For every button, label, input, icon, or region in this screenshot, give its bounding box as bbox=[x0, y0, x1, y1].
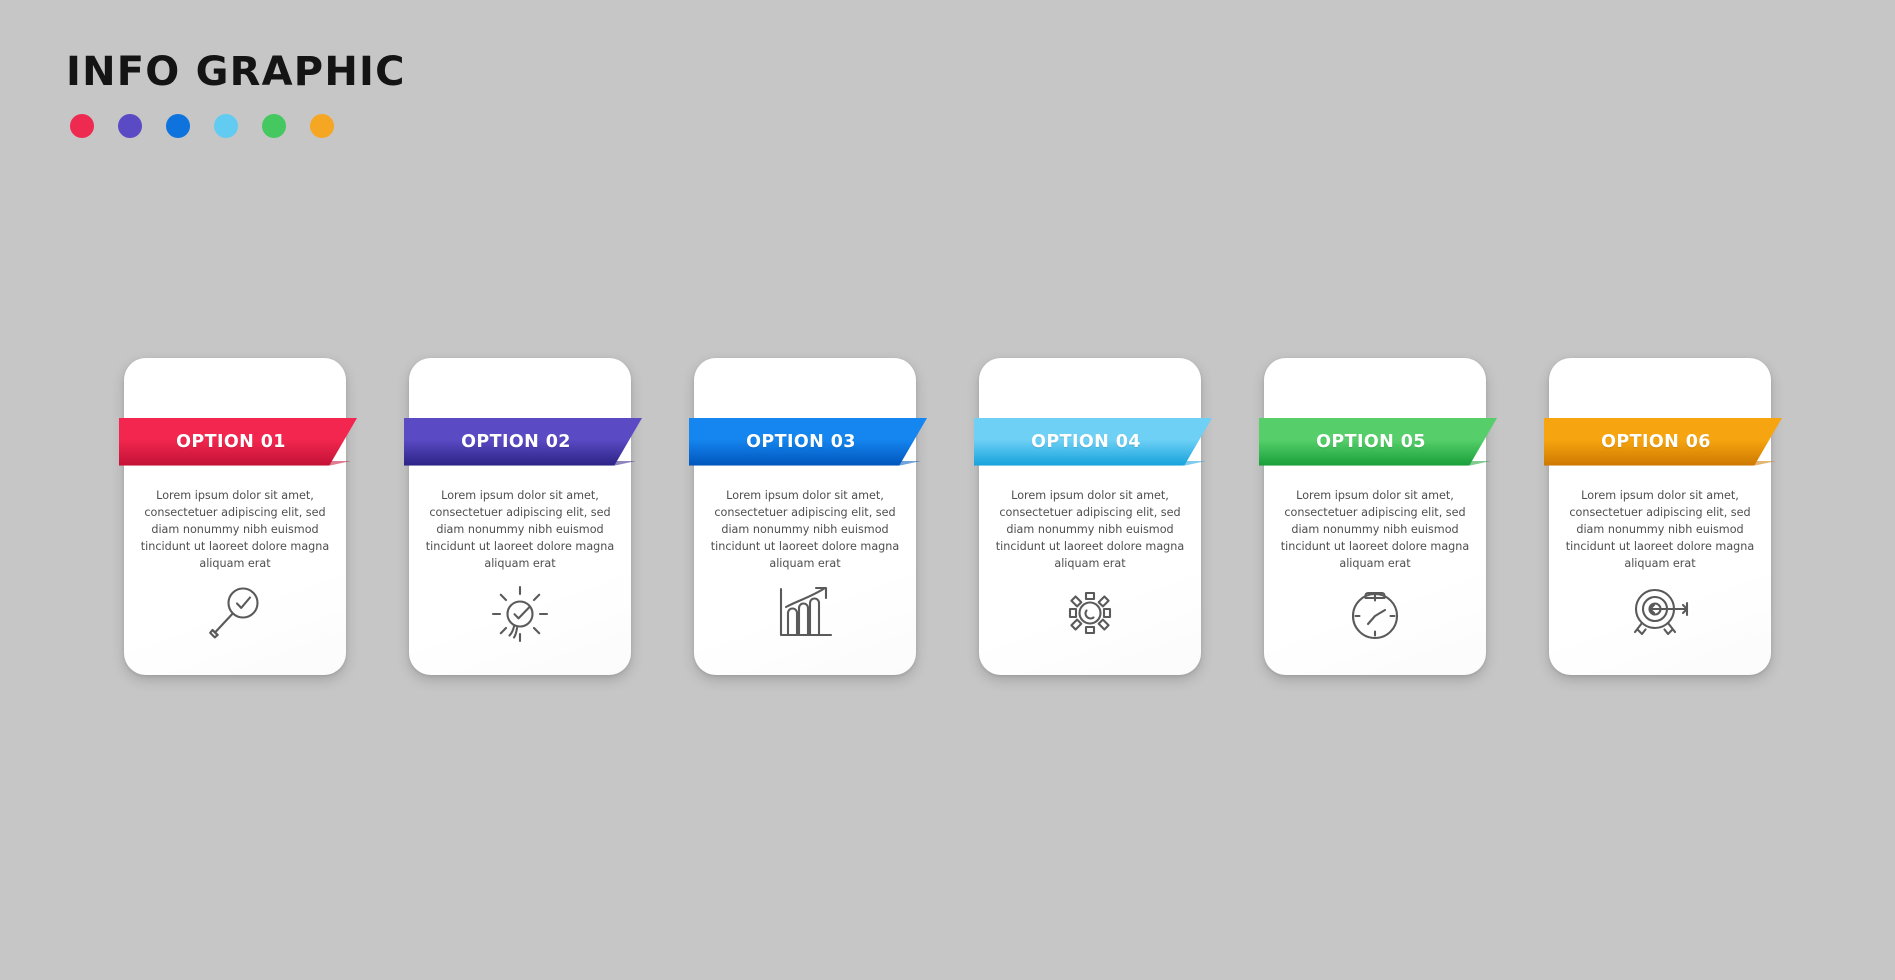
palette-dot-row bbox=[70, 114, 406, 138]
option-card-5[interactable]: OPTION 05 Lorem ipsum dolor sit amet, con… bbox=[1259, 358, 1497, 675]
header: INFO GRAPHIC bbox=[66, 52, 406, 138]
dot-green bbox=[262, 114, 286, 138]
option-ribbon-label-6: OPTION 06 bbox=[1601, 431, 1711, 452]
option-body-text-4: Lorem ipsum dolor sit amet, consectetuer… bbox=[995, 489, 1185, 571]
dot-purple bbox=[118, 114, 142, 138]
target-arrow-icon bbox=[1549, 580, 1771, 646]
option-ribbon-label-2: OPTION 02 bbox=[461, 431, 571, 452]
option-ribbon-4[interactable]: OPTION 04 bbox=[974, 418, 1212, 465]
option-ribbon-label-1: OPTION 01 bbox=[176, 431, 286, 452]
option-body-text-3: Lorem ipsum dolor sit amet, consectetuer… bbox=[710, 489, 900, 571]
option-card-4[interactable]: OPTION 04 Lorem ipsum dolor sit amet, con… bbox=[974, 358, 1212, 675]
option-body-text-5: Lorem ipsum dolor sit amet, consectetuer… bbox=[1280, 489, 1470, 571]
option-body-text-2: Lorem ipsum dolor sit amet, consectetuer… bbox=[425, 489, 615, 571]
growth-chart-icon bbox=[694, 580, 916, 646]
stopwatch-icon bbox=[1264, 580, 1486, 646]
infographic-canvas: INFO GRAPHIC OPTION 01 Lorem ipsum dolor … bbox=[0, 0, 1895, 980]
sun-rays-icon bbox=[979, 580, 1201, 646]
dot-sky bbox=[214, 114, 238, 138]
magnifier-check-icon bbox=[124, 580, 346, 646]
option-card-3[interactable]: OPTION 03 Lorem ipsum dolor sit amet, con… bbox=[689, 358, 927, 675]
lightbulb-check-icon bbox=[409, 580, 631, 646]
option-body-text-6: Lorem ipsum dolor sit amet, consectetuer… bbox=[1565, 489, 1755, 571]
option-ribbon-5[interactable]: OPTION 05 bbox=[1259, 418, 1497, 465]
option-ribbon-label-4: OPTION 04 bbox=[1031, 431, 1141, 452]
option-card-6[interactable]: OPTION 06 Lorem ipsum dolor sit amet, con… bbox=[1544, 358, 1782, 675]
dot-crimson bbox=[70, 114, 94, 138]
option-card-row: OPTION 01 Lorem ipsum dolor sit amet, con… bbox=[0, 358, 1895, 678]
page-title: INFO GRAPHIC bbox=[66, 49, 406, 95]
dot-blue bbox=[166, 114, 190, 138]
option-ribbon-3[interactable]: OPTION 03 bbox=[689, 418, 927, 465]
option-ribbon-6[interactable]: OPTION 06 bbox=[1544, 418, 1782, 465]
option-ribbon-label-3: OPTION 03 bbox=[746, 431, 856, 452]
option-body-text-1: Lorem ipsum dolor sit amet, consectetuer… bbox=[140, 489, 330, 571]
option-card-1[interactable]: OPTION 01 Lorem ipsum dolor sit amet, con… bbox=[119, 358, 357, 675]
option-ribbon-1[interactable]: OPTION 01 bbox=[119, 418, 357, 465]
dot-orange bbox=[310, 114, 334, 138]
option-ribbon-2[interactable]: OPTION 02 bbox=[404, 418, 642, 465]
option-ribbon-label-5: OPTION 05 bbox=[1316, 431, 1426, 452]
option-card-2[interactable]: OPTION 02 Lorem ipsum dolor sit amet, con… bbox=[404, 358, 642, 675]
